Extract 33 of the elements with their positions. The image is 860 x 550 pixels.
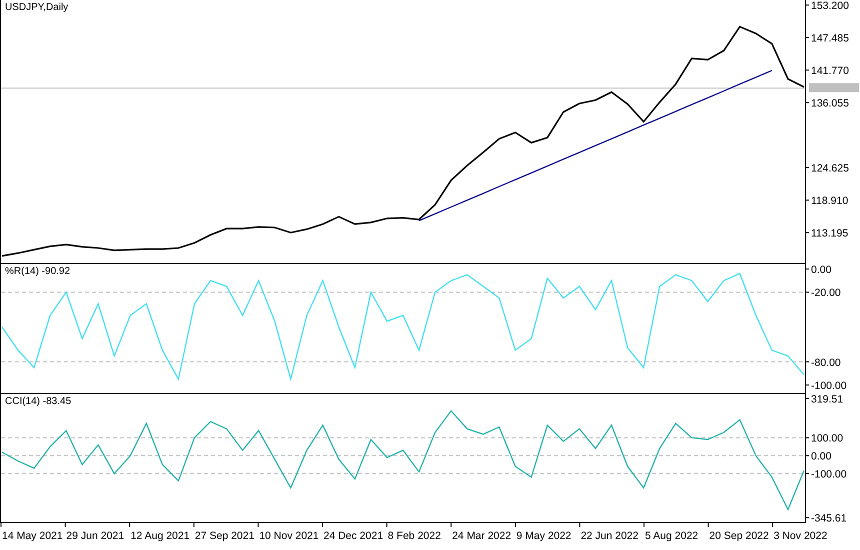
axis-label: 153.200	[811, 0, 849, 12]
chart-title: %R(14) -90.92	[5, 266, 70, 277]
date-label: 10 Nov 2021	[259, 530, 319, 542]
axis-label: 0.00	[811, 450, 832, 463]
chart-title: CCI(14) -83.45	[5, 396, 72, 407]
axis-label: -80.00	[811, 356, 841, 369]
axis-label: 118.910	[811, 195, 848, 208]
price-marker	[809, 83, 859, 92]
date-label: 24 Mar 2022	[452, 530, 512, 542]
date-label: 8 Feb 2022	[388, 530, 441, 542]
axis-label: 113.195	[811, 228, 848, 240]
date-label: 24 Dec 2021	[324, 530, 384, 542]
date-label: 27 Sep 2021	[194, 530, 254, 542]
axis-label: -100.00	[811, 380, 847, 392]
axis-label: 0.00	[811, 264, 832, 276]
axis-label: 136.055	[811, 98, 849, 110]
date-label: 9 May 2022	[516, 530, 572, 542]
date-label: 22 Jun 2022	[580, 530, 639, 542]
axis-label: 147.485	[811, 32, 849, 45]
date-label: 5 Aug 2022	[645, 530, 698, 542]
date-label: 14 May 2021	[2, 530, 63, 542]
axis-label: -20.00	[811, 287, 841, 300]
axis-label: 124.625	[811, 162, 849, 175]
date-label: 12 Aug 2021	[130, 530, 190, 542]
axis-label: 319.51	[811, 393, 844, 406]
chart-title: USDJPY,Daily	[5, 2, 68, 13]
axis-label: 100.00	[811, 432, 844, 445]
date-label: 3 Nov 2022	[774, 530, 828, 542]
date-label: 29 Jun 2021	[66, 530, 124, 542]
axis-label: -345.61	[811, 512, 847, 522]
axis-label: 141.770	[811, 65, 849, 78]
axis-label: -100.00	[811, 468, 847, 481]
date-label: 20 Sep 2022	[709, 530, 769, 542]
